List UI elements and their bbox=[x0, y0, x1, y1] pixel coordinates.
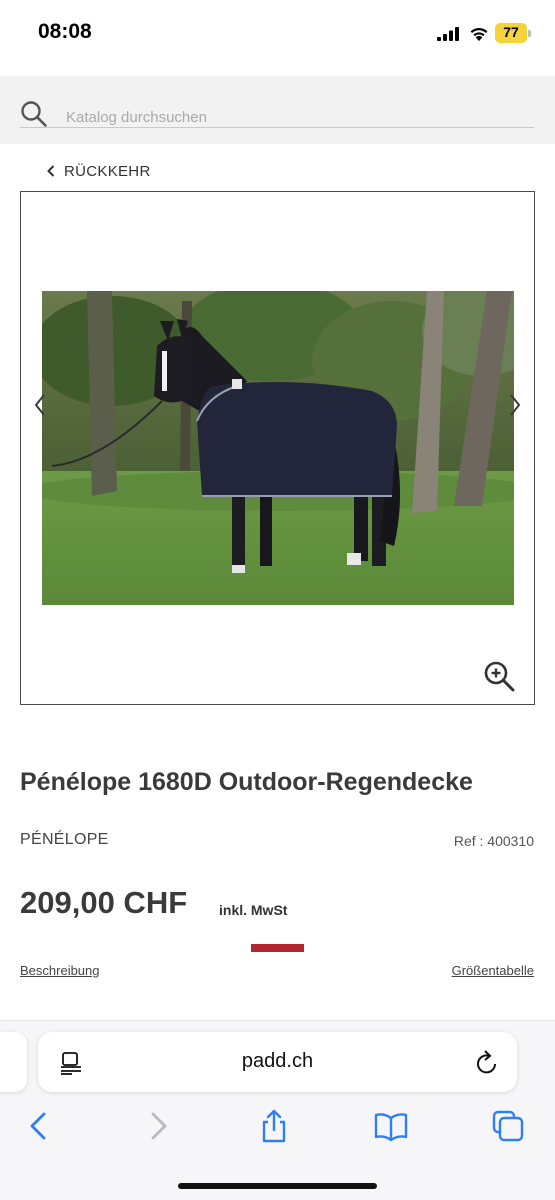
back-link[interactable]: RÜCKKEHR bbox=[46, 160, 151, 182]
gallery-prev-arrow[interactable] bbox=[33, 392, 47, 418]
share-icon[interactable] bbox=[257, 1109, 291, 1143]
address-bar[interactable]: padd.ch bbox=[38, 1032, 517, 1092]
bookmarks-icon[interactable] bbox=[374, 1109, 408, 1143]
search-bar bbox=[0, 76, 555, 144]
battery-level: 77 bbox=[503, 24, 519, 40]
forward-icon[interactable] bbox=[141, 1109, 175, 1143]
product-reference: Ref : 400310 bbox=[453, 833, 534, 849]
reload-icon[interactable] bbox=[475, 1049, 499, 1075]
home-indicator bbox=[178, 1183, 377, 1189]
active-tab-indicator bbox=[251, 944, 304, 952]
product-photo[interactable] bbox=[42, 291, 514, 605]
tab-size-chart[interactable]: Größentabelle bbox=[452, 963, 534, 978]
tab-description[interactable]: Beschreibung bbox=[20, 963, 100, 978]
battery-icon: 77 bbox=[495, 23, 531, 43]
gallery-next-arrow[interactable] bbox=[508, 392, 522, 418]
product-price: 209,00 CHF bbox=[20, 885, 188, 920]
brand-name[interactable]: PÉNÉLOPE bbox=[20, 831, 109, 849]
url-text: padd.ch bbox=[241, 1050, 314, 1072]
status-time: 08:08 bbox=[38, 20, 92, 43]
search-icon[interactable] bbox=[20, 100, 48, 128]
search-underline bbox=[20, 127, 534, 128]
product-image-gallery bbox=[20, 191, 535, 705]
product-title: Pénélope 1680D Outdoor-Regendecke bbox=[20, 768, 473, 796]
browser-toolbar: padd.ch bbox=[0, 1020, 555, 1200]
zoom-in-icon[interactable] bbox=[483, 660, 515, 692]
tabs-icon[interactable] bbox=[491, 1109, 525, 1143]
back-icon[interactable] bbox=[22, 1109, 56, 1143]
chevron-left-icon bbox=[47, 165, 55, 177]
wifi-icon bbox=[470, 27, 488, 41]
previous-tab-card[interactable] bbox=[0, 1032, 27, 1092]
tax-note: inkl. MwSt bbox=[219, 902, 288, 918]
status-bar: 08:08 77 bbox=[0, 0, 555, 76]
back-label: RÜCKKEHR bbox=[64, 162, 151, 180]
signal-icon bbox=[437, 27, 459, 41]
